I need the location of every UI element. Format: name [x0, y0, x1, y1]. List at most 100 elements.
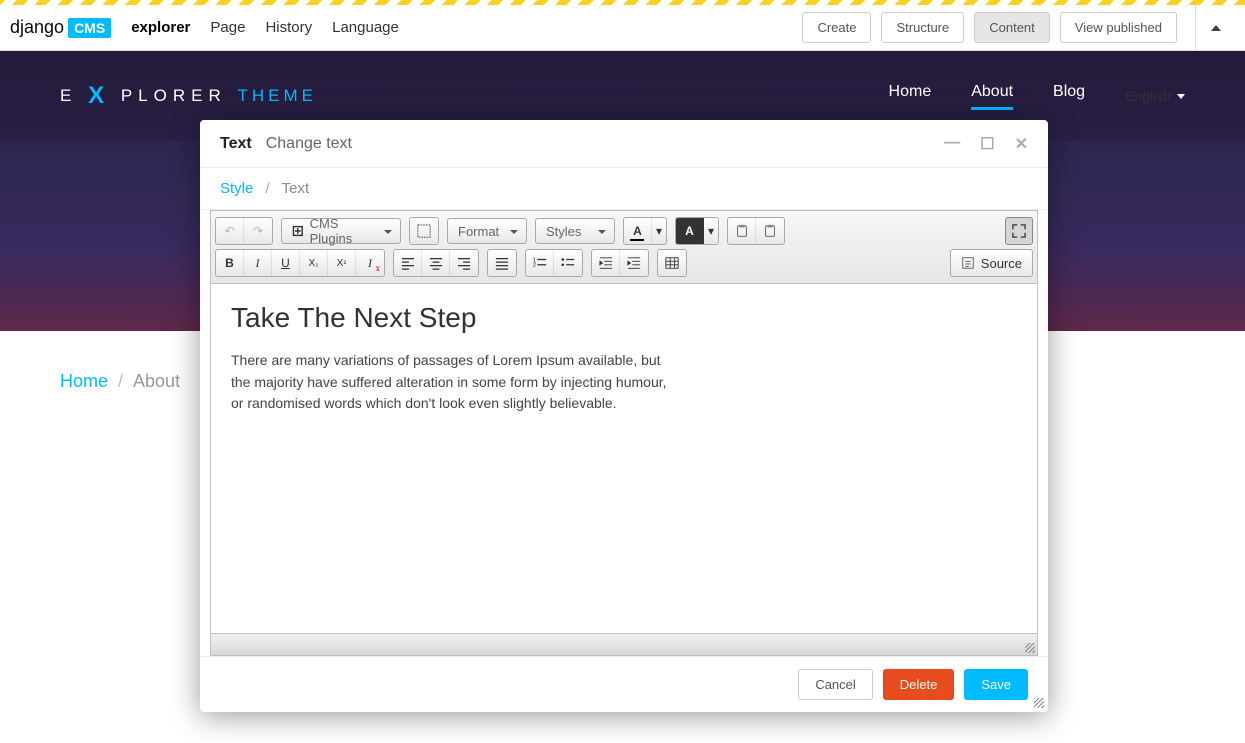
svg-text:2: 2: [533, 263, 536, 269]
cms-plugins-select[interactable]: CMS Plugins: [281, 218, 401, 244]
styles-select[interactable]: Styles: [535, 218, 615, 244]
show-blocks-group: [409, 217, 439, 245]
italic-icon[interactable]: I: [244, 250, 272, 276]
bg-color-group: A ▾: [675, 217, 719, 245]
remove-format-icon[interactable]: Ix: [356, 250, 384, 276]
editor-status-bar: [210, 634, 1038, 656]
indent-icon[interactable]: [620, 250, 648, 276]
format-select[interactable]: Format: [447, 218, 527, 244]
brand-e: E: [60, 86, 77, 105]
nav-language[interactable]: English: [1125, 83, 1185, 110]
undo-icon[interactable]: ↶: [216, 218, 244, 244]
crumb-style[interactable]: Style: [220, 180, 253, 197]
cms-plugins-label: CMS Plugins: [310, 216, 372, 246]
justify-group: [487, 249, 517, 277]
admin-link-language[interactable]: Language: [332, 19, 399, 36]
align-justify-icon[interactable]: [488, 250, 516, 276]
language-label: English: [1125, 88, 1171, 104]
minimize-icon[interactable]: —: [944, 134, 960, 154]
source-icon: [961, 256, 975, 270]
caret-up-icon: [1211, 25, 1221, 31]
align-left-icon[interactable]: [394, 250, 422, 276]
modal-header[interactable]: Text Change text — ☐ ✕: [200, 120, 1048, 168]
text-color-dropdown-icon[interactable]: ▾: [652, 218, 666, 244]
admin-link-history[interactable]: History: [265, 19, 312, 36]
modal-title: Text: [220, 135, 252, 153]
structure-button[interactable]: Structure: [881, 12, 964, 43]
crumb-text: Text: [282, 180, 310, 197]
editor-toolbar: ↶ ↷ CMS Plugins Format Styles A: [210, 210, 1038, 284]
bg-color-dropdown-icon[interactable]: ▾: [704, 218, 718, 244]
modal-controls: — ☐ ✕: [944, 134, 1028, 154]
table-group: [657, 249, 687, 277]
subscript-icon[interactable]: X₂: [300, 250, 328, 276]
align-group: [393, 249, 479, 277]
align-right-icon[interactable]: [450, 250, 478, 276]
paste-text-icon[interactable]: [728, 218, 756, 244]
format-label: Format: [458, 224, 499, 239]
breadcrumb-current: About: [133, 371, 180, 392]
modal-resize-handle[interactable]: [1034, 698, 1044, 708]
paste-word-icon[interactable]: [756, 218, 784, 244]
breadcrumb-sep: /: [118, 371, 123, 392]
text-color-icon[interactable]: A: [624, 218, 652, 244]
site-brand[interactable]: E X PLORER THEME: [60, 82, 317, 110]
source-label: Source: [981, 256, 1022, 271]
logo-badge: CMS: [68, 18, 111, 38]
admin-link-page[interactable]: Page: [210, 19, 245, 36]
site-nav: Home About Blog English: [889, 83, 1185, 110]
modal-breadcrumb: Style / Text: [200, 168, 1048, 210]
content-paragraph[interactable]: There are many variations of passages of…: [231, 350, 671, 415]
admin-toolbar: django CMS explorer Page History Languag…: [0, 5, 1245, 51]
admin-link-explorer[interactable]: explorer: [131, 19, 190, 36]
bullet-list-icon[interactable]: [554, 250, 582, 276]
view-published-button[interactable]: View published: [1060, 12, 1177, 43]
admin-links: explorer Page History Language: [131, 19, 399, 36]
nav-blog[interactable]: Blog: [1053, 83, 1085, 110]
paste-group: [727, 217, 785, 245]
redo-icon[interactable]: ↷: [244, 218, 272, 244]
table-icon[interactable]: [658, 250, 686, 276]
underline-icon[interactable]: U: [272, 250, 300, 276]
numbered-list-icon[interactable]: 12: [526, 250, 554, 276]
bold-icon[interactable]: B: [216, 250, 244, 276]
admin-right: Create Structure Content View published: [802, 5, 1235, 51]
caret-down-icon: [1177, 94, 1185, 99]
create-button[interactable]: Create: [802, 12, 871, 43]
cms-logo[interactable]: django CMS: [10, 17, 111, 38]
breadcrumb-home[interactable]: Home: [60, 371, 108, 392]
maximize-icon[interactable]: ☐: [980, 134, 994, 154]
brand-x: X: [88, 82, 110, 109]
editor-content[interactable]: Take The Next Step There are many variat…: [210, 284, 1038, 634]
outdent-icon[interactable]: [592, 250, 620, 276]
brand-plorer: PLORER: [121, 86, 227, 105]
content-button[interactable]: Content: [974, 12, 1050, 43]
cancel-button[interactable]: Cancel: [798, 669, 872, 700]
list-group: 12: [525, 249, 583, 277]
source-button[interactable]: Source: [950, 249, 1033, 277]
color-group: A ▾: [623, 217, 667, 245]
collapse-toolbar-button[interactable]: [1195, 5, 1235, 51]
delete-button[interactable]: Delete: [883, 669, 955, 700]
indent-group: [591, 249, 649, 277]
modal-subtitle: Change text: [266, 135, 352, 153]
maximize-editor-icon[interactable]: [1005, 217, 1033, 245]
close-icon[interactable]: ✕: [1015, 134, 1028, 154]
nav-home[interactable]: Home: [889, 83, 932, 110]
align-center-icon[interactable]: [422, 250, 450, 276]
nav-about[interactable]: About: [971, 83, 1013, 110]
bg-color-icon[interactable]: A: [676, 218, 704, 244]
brand-theme: THEME: [237, 86, 317, 105]
crumb-sep: /: [266, 180, 270, 197]
superscript-icon[interactable]: X²: [328, 250, 356, 276]
styles-label: Styles: [546, 224, 581, 239]
modal-footer: Cancel Delete Save: [200, 656, 1048, 712]
logo-text: django: [10, 17, 64, 38]
font-style-group: B I U X₂ X² Ix: [215, 249, 385, 277]
undo-redo-group: ↶ ↷: [215, 217, 273, 245]
plugins-icon: [292, 224, 304, 238]
save-button[interactable]: Save: [964, 669, 1028, 700]
editor-resize-handle[interactable]: [1025, 643, 1035, 653]
content-heading[interactable]: Take The Next Step: [231, 302, 1017, 334]
show-blocks-icon[interactable]: [410, 218, 438, 244]
